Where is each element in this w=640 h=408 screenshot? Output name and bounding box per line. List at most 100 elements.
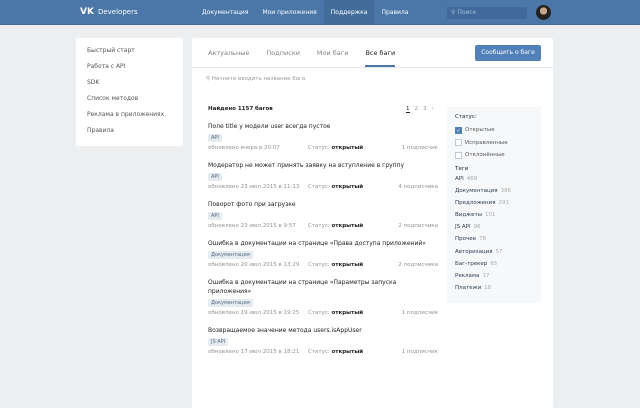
bug-list: Поле title у модели user всегда пустое A… [208,122,438,365]
page-next[interactable]: › [432,106,434,113]
bug-date: обновлено 23 июл 2015 в 9:57 [208,223,296,229]
bug-tag[interactable]: Документация [208,299,253,307]
tag-filter[interactable]: Платежи 18 [455,285,533,297]
tag-filter[interactable]: API 469 [455,176,533,188]
bug-title[interactable]: Ошибка в документации на странице «Парам… [208,278,438,296]
bug-status: открытый [331,310,364,316]
sidebar-item-api[interactable]: Работа с API [87,61,172,77]
tag-filter[interactable]: Прочее 78 [455,236,533,248]
checkbox-icon[interactable] [455,139,462,147]
bug-item: Возвращаемое значение метода users.isApp… [208,326,438,355]
tab-all-bugs[interactable]: Все баги [365,38,396,67]
pagination: 1 2 3 › [406,106,434,113]
bug-date: обновлено 23 июл 2015 в 11:13 [208,184,300,190]
search-placeholder: Поиск [457,9,477,16]
status-label: Статус: [308,349,330,355]
checkbox-icon[interactable] [455,151,462,159]
status-checkbox[interactable]: ✓ Открытые [455,124,533,137]
bug-item: Поле title у модели user всегда пустое A… [208,122,438,151]
nav-docs[interactable]: Документация [195,0,255,25]
tag-filter[interactable]: Реклама 17 [455,273,533,285]
tag-filter[interactable]: Виджеты 101 [455,212,533,224]
avatar[interactable] [536,5,551,20]
tag-count: 386 [500,187,512,194]
status-option-label: Исправленные [465,139,508,146]
bug-search-input[interactable]: ⚲ Начните вводить название бага [206,76,305,82]
bug-subscribers: 4 подписчика [398,184,438,190]
bug-tag[interactable]: API [208,212,222,220]
status-heading: Статус: [455,114,477,120]
sidebar-item-methods[interactable]: Список методов [87,93,172,109]
sidebar-item-quick-start[interactable]: Быстрый старт [87,45,172,61]
tag-count: 101 [485,212,496,219]
bug-subscribers: 2 подписчика [398,223,438,229]
bug-subscribers: 1 подписчик [401,145,438,151]
bug-item: Поворот фото при загрузке API обновлено … [208,200,438,229]
vk-logo[interactable]: VK Developers [80,7,138,17]
bugs-panel: Актуальные Подписки Мои баги Все баги Со… [192,38,553,408]
tag-count: 96 [473,224,481,231]
tag-filter[interactable]: Авторизация 57 [455,249,533,261]
tag-name: Баг-трекер [455,260,488,267]
bug-tag[interactable]: JS API [208,338,229,346]
nav-rules[interactable]: Правила [374,0,415,25]
status-label: Статус: [308,223,330,229]
bug-search-placeholder: Начните вводить название бага [211,76,306,82]
tag-filter[interactable]: JS API 96 [455,224,533,236]
tab-actual[interactable]: Актуальные [208,38,249,67]
bug-tag[interactable]: Документация [208,251,253,259]
bug-status: открытый [331,223,364,229]
bug-subscribers: 1 подписчик [401,349,438,355]
tab-subscriptions[interactable]: Подписки [266,38,300,67]
page-1[interactable]: 1 [406,106,410,113]
tag-filter[interactable]: Предложения 291 [455,200,533,212]
tag-count: 18 [484,285,492,292]
bug-title[interactable]: Возвращаемое значение метода users.isApp… [208,326,438,335]
status-label: Статус: [308,145,330,151]
sidebar-item-rules[interactable]: Правила [87,125,172,141]
bug-title[interactable]: Модератор не может принять заявку на вст… [208,161,438,170]
page-3[interactable]: 3 [423,106,427,113]
bug-status: открытый [331,145,364,151]
status-label: Статус: [308,310,330,316]
tag-count: 57 [495,248,503,255]
tag-name: Платежи [455,285,482,292]
bug-title[interactable]: Поле title у модели user всегда пустое [208,122,438,131]
bug-title[interactable]: Поворот фото при загрузке [208,200,438,209]
tag-count: 469 [466,175,478,182]
tag-count: 65 [490,260,498,267]
tag-name: Прочее [455,236,477,243]
report-bug-button[interactable]: Сообщить о баге [475,45,541,61]
tag-filter[interactable]: Баг-трекер 65 [455,261,533,273]
sidebar-item-ads[interactable]: Реклама в приложениях [87,109,172,125]
filters-panel: Статус: ✓ Открытые Исправленные Отклонённые… [447,107,541,303]
bug-subscribers: 2 подписчика [398,262,438,268]
bug-status: открытый [331,262,364,268]
status-label: Статус: [308,262,330,268]
tab-my-bugs[interactable]: Мои баги [317,38,349,67]
status-checkbox[interactable]: Отклонённые [455,149,533,162]
header-search-input[interactable]: ⚲ Поиск [447,7,527,19]
tag-filter[interactable]: Документация 386 [455,188,533,200]
sidebar-item-sdk[interactable]: SDK [87,77,172,93]
main-nav: Документация Мои приложения Поддержка Пр… [195,0,415,25]
sidebar: Быстрый старт Работа с API SDK Список ме… [76,38,183,146]
tag-count: 291 [498,199,510,206]
bug-date: обновлено 17 июл 2015 в 18:21 [208,349,300,355]
bug-tag[interactable]: API [208,134,222,142]
tag-name: Авторизация [455,248,493,255]
nav-support[interactable]: Поддержка [323,0,375,25]
page-2[interactable]: 2 [415,106,419,113]
checkbox-icon[interactable]: ✓ [455,126,462,134]
bug-date: обновлено вчера в 20:07 [208,145,280,151]
bug-item: Ошибка в документации на странице «Парам… [208,278,438,316]
nav-my-apps[interactable]: Мои приложения [255,0,323,25]
bug-item: Ошибка в документации на странице «Права… [208,239,438,268]
bug-title[interactable]: Ошибка в документации на странице «Права… [208,239,438,248]
status-checkbox[interactable]: Исправленные [455,137,533,150]
tag-name: Предложения [455,199,496,206]
bug-tag[interactable]: API [208,173,222,181]
status-label: Статус: [308,184,330,190]
bug-status: открытый [331,184,364,190]
bug-date: обновлено 20 июл 2015 в 13:29 [208,262,300,268]
